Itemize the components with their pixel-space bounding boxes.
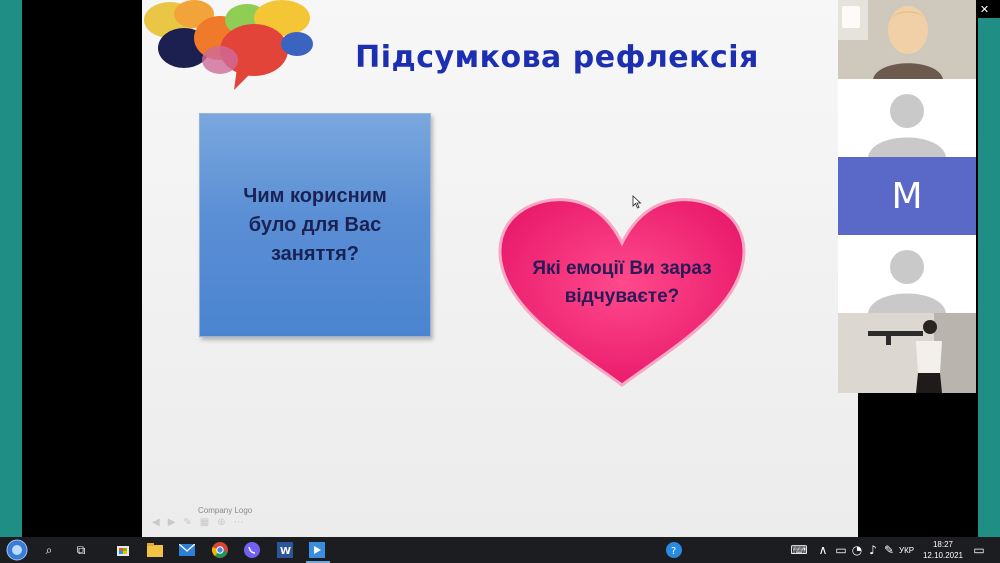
participant-badge-icon [842, 6, 860, 28]
mail-icon[interactable] [178, 541, 196, 559]
company-logo-text: Company Logo [198, 506, 253, 515]
left-edge [0, 0, 22, 537]
participant-avatar-2[interactable] [838, 235, 976, 313]
question-box-text: Чим корисним було для Вас заняття? [243, 184, 387, 265]
user-silhouette-icon [838, 79, 976, 157]
start-button-icon[interactable] [6, 539, 28, 561]
file-explorer-icon[interactable] [146, 541, 164, 559]
left-black-area [22, 0, 142, 537]
pen-workspace-icon[interactable]: ✎ [880, 541, 898, 559]
notifications-icon[interactable]: ▭ [970, 541, 988, 559]
user-silhouette-icon [838, 235, 976, 313]
more-options-icon[interactable]: ⋯ [234, 517, 244, 528]
participant-video-2[interactable] [838, 313, 976, 393]
chrome-icon[interactable] [211, 541, 229, 559]
participant-video-teacher[interactable] [838, 0, 976, 79]
search-icon[interactable]: ⌕ [40, 541, 58, 559]
show-hidden-icons-icon[interactable]: ∧ [814, 541, 832, 559]
slide-navigation[interactable]: ◀ ▶ ✎ ▦ ⊕ ⋯ [152, 517, 244, 528]
participant-initial-tile[interactable]: M [838, 157, 976, 235]
participants-panel: M [838, 0, 976, 393]
meeting-app-icon[interactable] [308, 541, 326, 559]
slide-title: Підсумкова рефлексія [355, 40, 759, 75]
task-view-icon[interactable]: ⧉ [72, 541, 90, 559]
right-edge [978, 0, 1000, 537]
pen-icon[interactable]: ✎ [183, 517, 191, 528]
mouse-cursor-icon [632, 195, 642, 209]
language-indicator[interactable]: УКР [899, 546, 914, 555]
help-icon[interactable]: ? [665, 541, 683, 559]
store-icon[interactable] [114, 541, 132, 559]
next-slide-icon[interactable]: ▶ [168, 517, 176, 528]
zoom-icon[interactable]: ⊕ [217, 517, 225, 528]
speech-bubbles-graphic [144, 0, 313, 90]
participant-avatar-1[interactable] [838, 79, 976, 157]
word-icon[interactable]: W [276, 541, 294, 559]
clock-time: 18:27 [932, 540, 954, 549]
question-box: Чим корисним було для Вас заняття? [199, 113, 431, 337]
keyboard-icon[interactable]: ⌨ [790, 541, 808, 559]
svg-text:W: W [280, 546, 291, 557]
taskbar-clock[interactable]: 18:27 12.10.2021 [920, 539, 966, 561]
viber-icon[interactable] [243, 541, 261, 559]
svg-text:?: ? [671, 546, 676, 557]
shared-slide: Підсумкова рефлексія Чим корисним було д… [142, 0, 858, 537]
participant-initial: M [891, 175, 923, 217]
prev-slide-icon[interactable]: ◀ [152, 517, 160, 528]
participant-video-image [838, 313, 976, 393]
slides-grid-icon[interactable]: ▦ [200, 517, 209, 528]
heart-text: Які емоції Ви зараз відчуваєте? [532, 258, 712, 307]
clock-date: 12.10.2021 [922, 551, 964, 560]
